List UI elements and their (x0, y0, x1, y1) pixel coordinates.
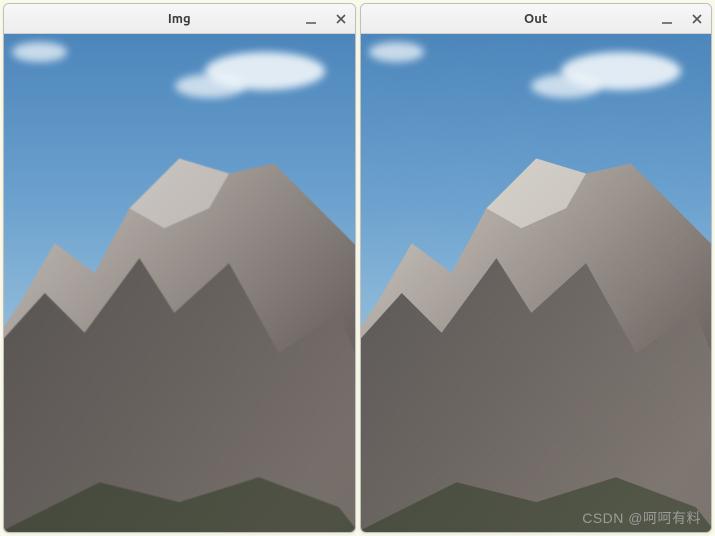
window-controls (659, 11, 705, 27)
window-out: Out (360, 3, 713, 533)
workspace: Img (0, 0, 715, 536)
image-surface (361, 34, 712, 532)
window-title: Out (524, 12, 547, 26)
window-controls (303, 11, 349, 27)
minimize-icon (305, 13, 317, 25)
close-icon (691, 13, 703, 25)
window-img: Img (3, 3, 356, 533)
mountain-region (4, 34, 355, 532)
image-viewport-out (361, 34, 712, 532)
close-icon (335, 13, 347, 25)
minimize-icon (661, 13, 673, 25)
minimize-button[interactable] (303, 11, 319, 27)
minimize-button[interactable] (659, 11, 675, 27)
titlebar-img[interactable]: Img (4, 4, 355, 34)
window-title: Img (168, 12, 191, 26)
close-button[interactable] (689, 11, 705, 27)
close-button[interactable] (333, 11, 349, 27)
mountain-region (361, 34, 712, 532)
titlebar-out[interactable]: Out (361, 4, 712, 34)
image-viewport-img (4, 34, 355, 532)
image-surface (4, 34, 355, 532)
